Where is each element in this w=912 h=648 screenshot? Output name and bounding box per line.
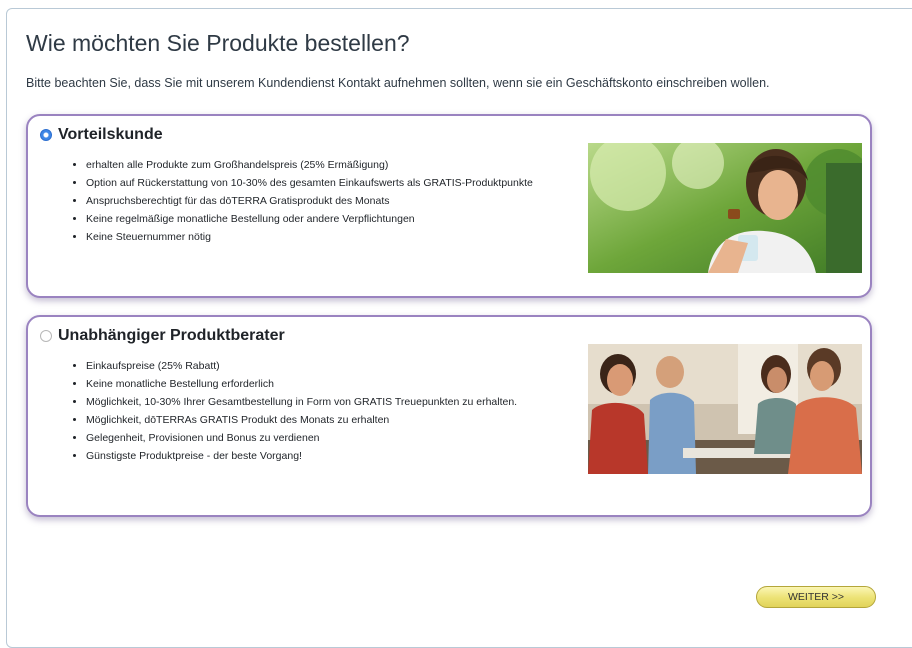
option-card-vorteilskunde[interactable]: Vorteilskunde erhalten alle Produkte zum… bbox=[26, 114, 872, 298]
radio-unselected-icon[interactable] bbox=[40, 330, 52, 342]
benefit-item: Option auf Rückerstattung von 10-30% des… bbox=[86, 174, 554, 192]
radio-selected-icon[interactable] bbox=[40, 129, 52, 141]
woman-drinking-water-photo bbox=[588, 143, 862, 273]
benefit-item: Einkaufspreise (25% Rabatt) bbox=[86, 357, 554, 375]
option-title: Vorteilskunde bbox=[58, 126, 163, 143]
benefit-item: Anspruchsberechtigt für das dōTERRA Grat… bbox=[86, 192, 554, 210]
benefit-item: Keine Steuernummer nötig bbox=[86, 228, 554, 246]
benefit-item: Keine monatliche Bestellung erforderlich bbox=[86, 375, 554, 393]
benefit-list: erhalten alle Produkte zum Großhandelspr… bbox=[70, 156, 554, 246]
group-of-people-photo bbox=[588, 344, 862, 474]
benefit-list: Einkaufspreise (25% Rabatt) Keine monatl… bbox=[70, 357, 554, 465]
benefit-item: Keine regelmäßige monatliche Bestellung … bbox=[86, 210, 554, 228]
option-header[interactable]: Vorteilskunde bbox=[40, 126, 163, 144]
option-card-produktberater[interactable]: Unabhängiger Produktberater Einkaufsprei… bbox=[26, 315, 872, 517]
benefit-item: erhalten alle Produkte zum Großhandelspr… bbox=[86, 156, 554, 174]
next-button[interactable]: WEITER >> bbox=[756, 586, 876, 608]
option-title: Unabhängiger Produktberater bbox=[58, 327, 285, 344]
benefit-item: Möglichkeit, 10-30% Ihrer Gesamtbestellu… bbox=[86, 393, 554, 411]
option-header[interactable]: Unabhängiger Produktberater bbox=[40, 327, 285, 345]
benefit-item: Gelegenheit, Provisionen und Bonus zu ve… bbox=[86, 429, 554, 447]
page-title: Wie möchten Sie Produkte bestellen? bbox=[26, 30, 410, 56]
page-note: Bitte beachten Sie, dass Sie mit unserem… bbox=[26, 76, 770, 90]
benefit-item: Möglichkeit, dōTERRAs GRATIS Produkt des… bbox=[86, 411, 554, 429]
benefit-item: Günstigste Produktpreise - der beste Vor… bbox=[86, 447, 554, 465]
